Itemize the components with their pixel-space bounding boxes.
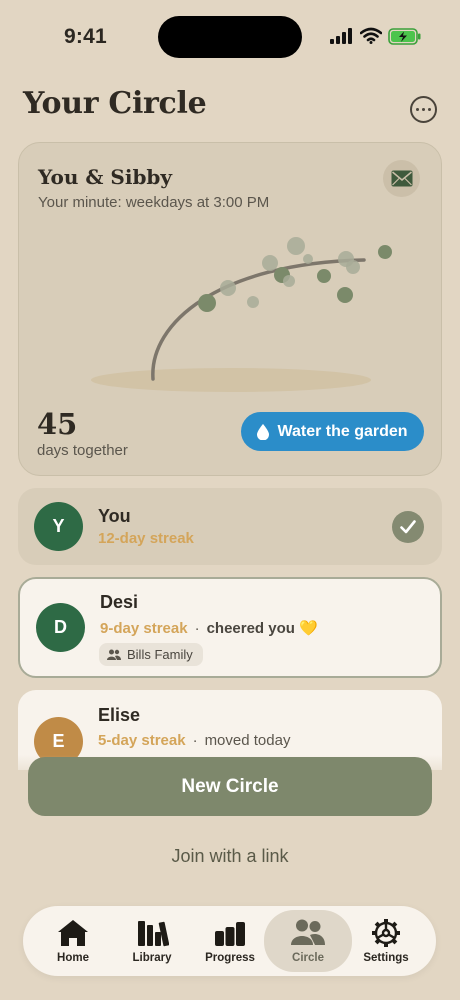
join-with-link-button[interactable]: Join with a link	[0, 846, 460, 867]
garden-leaf	[220, 280, 236, 296]
wifi-icon	[360, 27, 382, 44]
progress-icon	[215, 922, 245, 946]
avatar: D	[36, 603, 85, 652]
envelope-icon	[391, 170, 412, 187]
garden-branch	[151, 258, 366, 381]
water-garden-label: Water the garden	[277, 422, 408, 440]
more-options-button[interactable]	[410, 96, 437, 123]
tab-label: Progress	[205, 952, 255, 964]
people-icon	[107, 649, 121, 660]
garden-leaf	[317, 269, 331, 283]
garden-leaf	[262, 255, 278, 271]
garden-illustration	[91, 237, 392, 392]
tab-circle[interactable]: Circle	[264, 910, 352, 972]
tab-progress[interactable]: Progress	[193, 910, 267, 972]
circle-name: You & Sibby	[38, 165, 173, 189]
tab-library[interactable]: Library	[115, 910, 189, 972]
separator-dot: ·	[192, 732, 198, 749]
streak-label: 9-day streak	[100, 619, 188, 637]
dynamic-island	[158, 16, 302, 58]
library-icon	[138, 921, 169, 947]
people-icon	[291, 919, 325, 945]
streak-label: 5-day streak	[98, 732, 186, 749]
member-status: 9-day streak · cheered you 💛	[100, 619, 318, 638]
garden-leaf	[337, 287, 353, 303]
page-title: Your Circle	[23, 86, 207, 121]
tab-settings[interactable]: Settings	[349, 910, 423, 972]
garden-leaf	[198, 294, 216, 312]
streak-label: 12-day streak	[98, 530, 194, 547]
cellular-signal-icon	[330, 28, 352, 44]
garden-leaf	[283, 275, 295, 287]
battery-charging-icon	[388, 28, 421, 45]
garden-leaf	[287, 237, 305, 255]
member-row-desi[interactable]: D Desi 9-day streak · cheered you 💛 Bill…	[18, 577, 442, 678]
more-dot	[428, 108, 431, 111]
tab-label: Circle	[292, 952, 324, 964]
activity-note: moved today	[204, 732, 291, 749]
member-name: Desi	[100, 592, 139, 612]
group-tag: Bills Family	[99, 643, 203, 666]
message-button[interactable]	[383, 160, 420, 197]
member-name: Elise	[98, 705, 141, 725]
member-name: You	[98, 506, 131, 526]
tab-bar: Home Library Progress Circle Settings	[23, 906, 436, 976]
garden-leaf	[378, 245, 392, 259]
activity-note: cheered you 💛	[206, 620, 318, 637]
garden-card[interactable]: You & Sibby Your minute: weekdays at 3:0…	[18, 142, 442, 476]
home-icon	[58, 920, 88, 946]
days-together-label: days together	[37, 442, 128, 459]
garden-leaf	[247, 296, 259, 308]
tab-label: Library	[132, 952, 172, 964]
garden-shadow	[91, 368, 371, 392]
new-circle-button[interactable]: New Circle	[28, 757, 432, 816]
circle-schedule: Your minute: weekdays at 3:00 PM	[38, 194, 270, 211]
water-garden-button[interactable]: Water the garden	[241, 412, 424, 451]
checked-in-badge	[392, 511, 424, 543]
status-time: 9:41	[64, 25, 107, 48]
member-status: 5-day streak · moved today	[98, 732, 290, 749]
member-status: 12-day streak	[98, 530, 194, 547]
avatar: Y	[34, 502, 83, 551]
tab-home[interactable]: Home	[37, 910, 109, 972]
group-tag-label: Bills Family	[127, 647, 193, 662]
tab-label: Settings	[363, 952, 409, 964]
gear-icon	[372, 919, 400, 947]
separator-dot: ·	[194, 619, 200, 637]
more-dot	[422, 108, 425, 111]
days-together-count: 45	[37, 407, 78, 441]
status-bar: 9:41	[0, 0, 460, 70]
garden-leaf	[346, 260, 360, 274]
tab-label: Home	[57, 952, 89, 964]
member-row-you[interactable]: Y You 12-day streak	[18, 488, 442, 565]
water-drop-icon	[257, 423, 270, 440]
more-dot	[416, 108, 419, 111]
garden-leaf	[303, 254, 313, 264]
checkmark-icon	[400, 520, 416, 534]
